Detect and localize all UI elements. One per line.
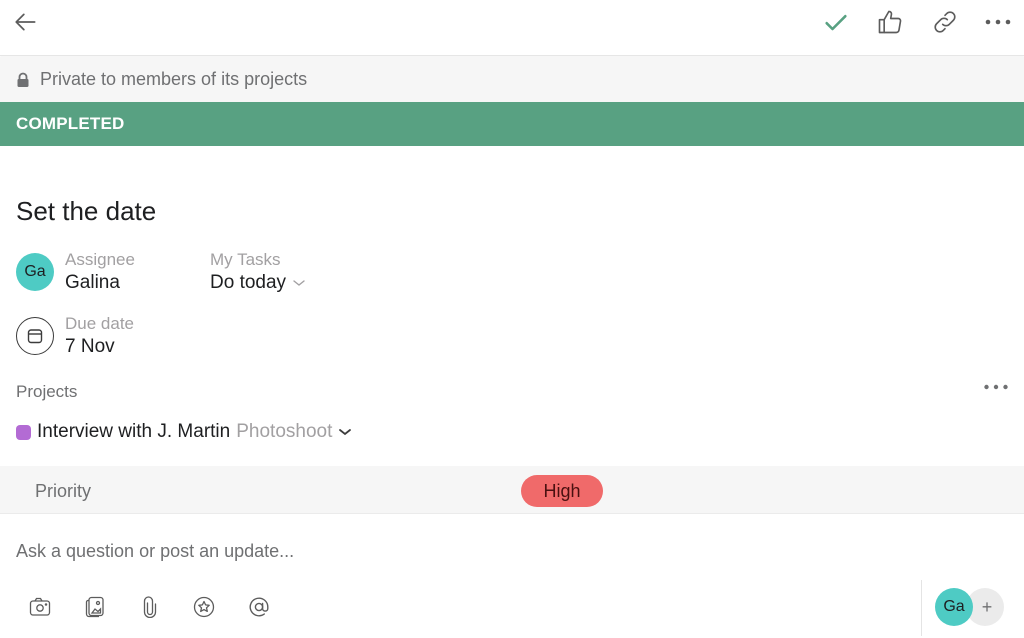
my-tasks-dropdown[interactable]: My Tasks Do today [210, 250, 307, 294]
project-section: Photoshoot [236, 421, 333, 442]
priority-badge[interactable]: High [521, 475, 603, 507]
collaborators-divider [921, 580, 922, 636]
more-options-button[interactable] [980, 4, 1016, 40]
my-tasks-value: Do today [210, 272, 287, 293]
copy-link-button[interactable] [927, 4, 963, 40]
back-button[interactable] [8, 4, 44, 40]
attach-file-button[interactable] [137, 594, 163, 620]
arrow-left-icon [15, 13, 36, 31]
project-name: Interview with J. Martin [37, 421, 231, 442]
star-icon [193, 596, 215, 618]
projects-label: Projects [16, 382, 78, 401]
privacy-banner: Private to members of its projects [0, 57, 1024, 102]
gallery-button[interactable] [82, 594, 108, 620]
priority-label: Priority [35, 481, 92, 501]
lock-icon [17, 72, 29, 87]
plus-icon: + [981, 596, 993, 617]
chevron-down-icon [293, 280, 305, 286]
due-date-field[interactable]: Due date 7 Nov [65, 314, 134, 358]
image-gallery-icon [85, 596, 104, 618]
top-bar [0, 0, 1024, 56]
assignee-name: Galina [65, 272, 120, 293]
camera-button[interactable] [27, 594, 53, 620]
priority-field: Priority High [0, 466, 1024, 514]
more-horizontal-icon [984, 384, 1008, 390]
mention-button[interactable] [246, 594, 272, 620]
task-title[interactable]: Set the date [16, 196, 156, 227]
appreciation-button[interactable] [191, 594, 217, 620]
assignee-field[interactable]: Assignee Galina [65, 250, 135, 294]
at-sign-icon [249, 597, 269, 617]
due-date-value: 7 Nov [65, 336, 115, 357]
mark-complete-button[interactable] [818, 4, 854, 40]
privacy-text: Private to members of its projects [40, 69, 308, 89]
project-color-swatch [16, 424, 31, 440]
due-date-button[interactable] [16, 317, 54, 355]
my-tasks-label: My Tasks [210, 250, 281, 269]
project-item[interactable]: Interview with J. Martin Photoshoot [16, 421, 354, 443]
projects-more-button[interactable] [978, 374, 1014, 400]
collaborator-initials: Ga [943, 598, 965, 615]
more-horizontal-icon [985, 19, 1011, 25]
status-label: COMPLETED [16, 114, 125, 133]
chevron-down-icon [339, 429, 352, 436]
assignee-avatar[interactable]: Ga [16, 253, 54, 291]
calendar-icon [27, 329, 43, 344]
paperclip-icon [143, 596, 157, 618]
checkmark-icon [825, 14, 847, 31]
like-button[interactable] [872, 4, 908, 40]
thumbs-up-icon [878, 10, 902, 34]
comment-input[interactable] [16, 536, 896, 566]
collaborator-avatar[interactable]: Ga [935, 588, 973, 626]
completed-status-banner: COMPLETED [0, 102, 1024, 146]
due-date-label: Due date [65, 314, 134, 333]
camera-icon [29, 597, 51, 616]
assignee-initials: Ga [24, 263, 46, 280]
assignee-label: Assignee [65, 250, 135, 269]
link-icon [934, 11, 956, 33]
